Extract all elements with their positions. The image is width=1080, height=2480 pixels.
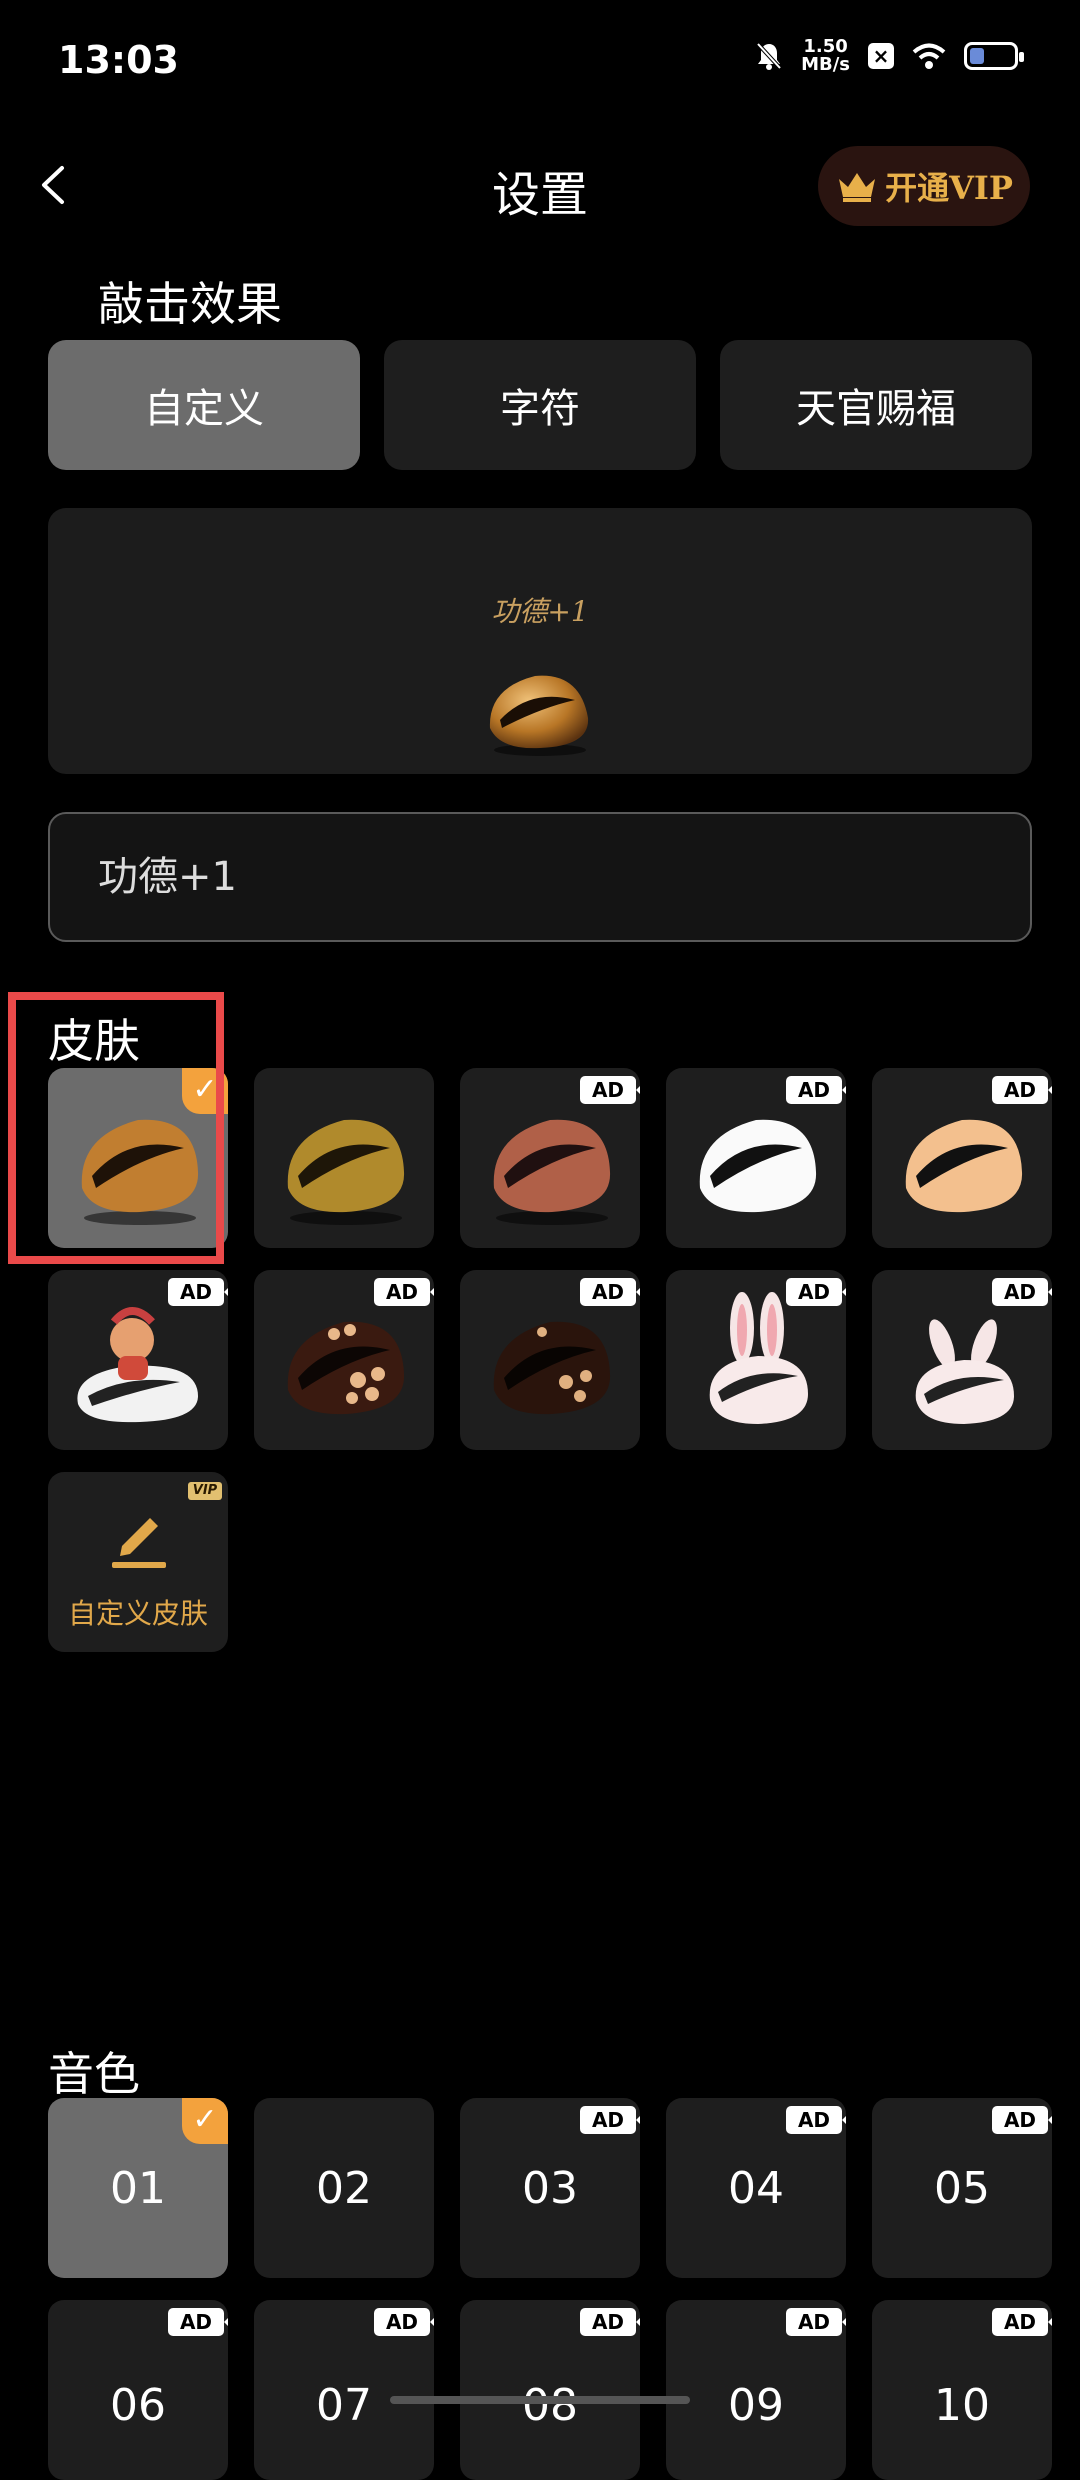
skin-tile-8[interactable]: AD [460,1270,640,1450]
ad-badge: AD [992,2308,1052,2336]
ad-badge: AD [786,2308,846,2336]
custom-skin-button[interactable]: VIP 自定义皮肤 [48,1472,228,1652]
sound-tile-09[interactable]: 09 AD [666,2300,846,2480]
ad-badge: AD [580,1278,640,1306]
preview-text: 功德+1 [491,595,589,628]
home-indicator[interactable] [390,2396,690,2404]
custom-skin-label: 自定义皮肤 [67,1597,208,1630]
skin-tile-9[interactable]: AD [666,1270,846,1450]
sound-label: 06 [110,2380,166,2431]
sound-tile-06[interactable]: 06 AD [48,2300,228,2480]
effect-text-input[interactable]: 功德+1 [48,812,1032,942]
sound-tile-10[interactable]: 10 AD [872,2300,1052,2480]
battery-icon [964,42,1024,70]
net-speed: 1.50 MB/s [801,38,850,74]
ad-badge: AD [992,1278,1052,1306]
sound-section-title: 音色 [48,2047,140,2101]
check-icon: ✓ [182,2098,228,2144]
bell-muted-icon [756,42,782,70]
wooden-fish-gold-icon [287,1119,405,1225]
tab-custom[interactable]: 自定义 [48,340,360,470]
selection-highlight [8,992,224,1264]
sound-tile-03[interactable]: 03 AD [460,2098,640,2278]
sound-label: 03 [522,2162,578,2214]
effect-section-title: 敲击效果 [98,277,282,331]
tab-characters[interactable]: 字符 [384,340,696,470]
ad-badge: AD [580,2106,640,2134]
status-icons: 1.50 MB/s × [755,38,1024,74]
sound-tile-05[interactable]: 05 AD [872,2098,1052,2278]
sound-label: 10 [934,2380,990,2431]
wifi-icon [912,43,946,69]
sound-tile-07[interactable]: 07 AD [254,2300,434,2480]
vip-label: 开通VIP [885,169,1013,207]
sound-label: 08 [522,2380,578,2431]
sound-label: 02 [316,2162,372,2214]
sound-tile-04[interactable]: 04 AD [666,2098,846,2278]
open-vip-button[interactable]: 开通VIP [818,146,1030,226]
skin-tile-5[interactable]: AD [872,1068,1052,1248]
pencil-edit-icon [112,1518,166,1568]
notification-badge: × [868,43,894,69]
net-speed-unit: MB/s [801,54,850,75]
sound-label: 05 [934,2162,990,2214]
sound-label: 01 [110,2162,166,2214]
sound-label: 09 [728,2380,784,2431]
ad-badge: AD [580,1076,640,1104]
status-time: 13:03 [58,38,179,82]
tab-tianguan-cifu[interactable]: 天官赐福 [720,340,1032,470]
crown-icon [839,173,876,202]
ad-badge: AD [168,2308,228,2336]
ad-badge: AD [374,1278,434,1306]
effect-preview: 功德+1 [48,508,1032,774]
ad-badge: AD [992,2106,1052,2134]
skin-tile-10[interactable]: AD [872,1270,1052,1450]
skin-tile-3[interactable]: AD [460,1068,640,1248]
sound-label: 04 [728,2162,784,2214]
ad-badge: AD [374,2308,434,2336]
skin-tile-4[interactable]: AD [666,1068,846,1248]
sound-tile-02[interactable]: 02 [254,2098,434,2278]
vip-tag: VIP [188,1482,222,1500]
skin-tile-6[interactable]: AD [48,1270,228,1450]
skin-tile-2[interactable] [254,1068,434,1248]
sound-label: 07 [316,2380,372,2431]
wooden-fish-preview-icon [489,675,589,756]
sound-tile-08[interactable]: 08 AD [460,2300,640,2480]
ad-badge: AD [992,1076,1052,1104]
ad-badge: AD [786,1076,846,1104]
sound-tile-01[interactable]: 01 ✓ [48,2098,228,2278]
ad-badge: AD [580,2308,640,2336]
ad-badge: AD [168,1278,228,1306]
ad-badge: AD [786,1278,846,1306]
skin-tile-7[interactable]: AD [254,1270,434,1450]
ad-badge: AD [786,2106,846,2134]
